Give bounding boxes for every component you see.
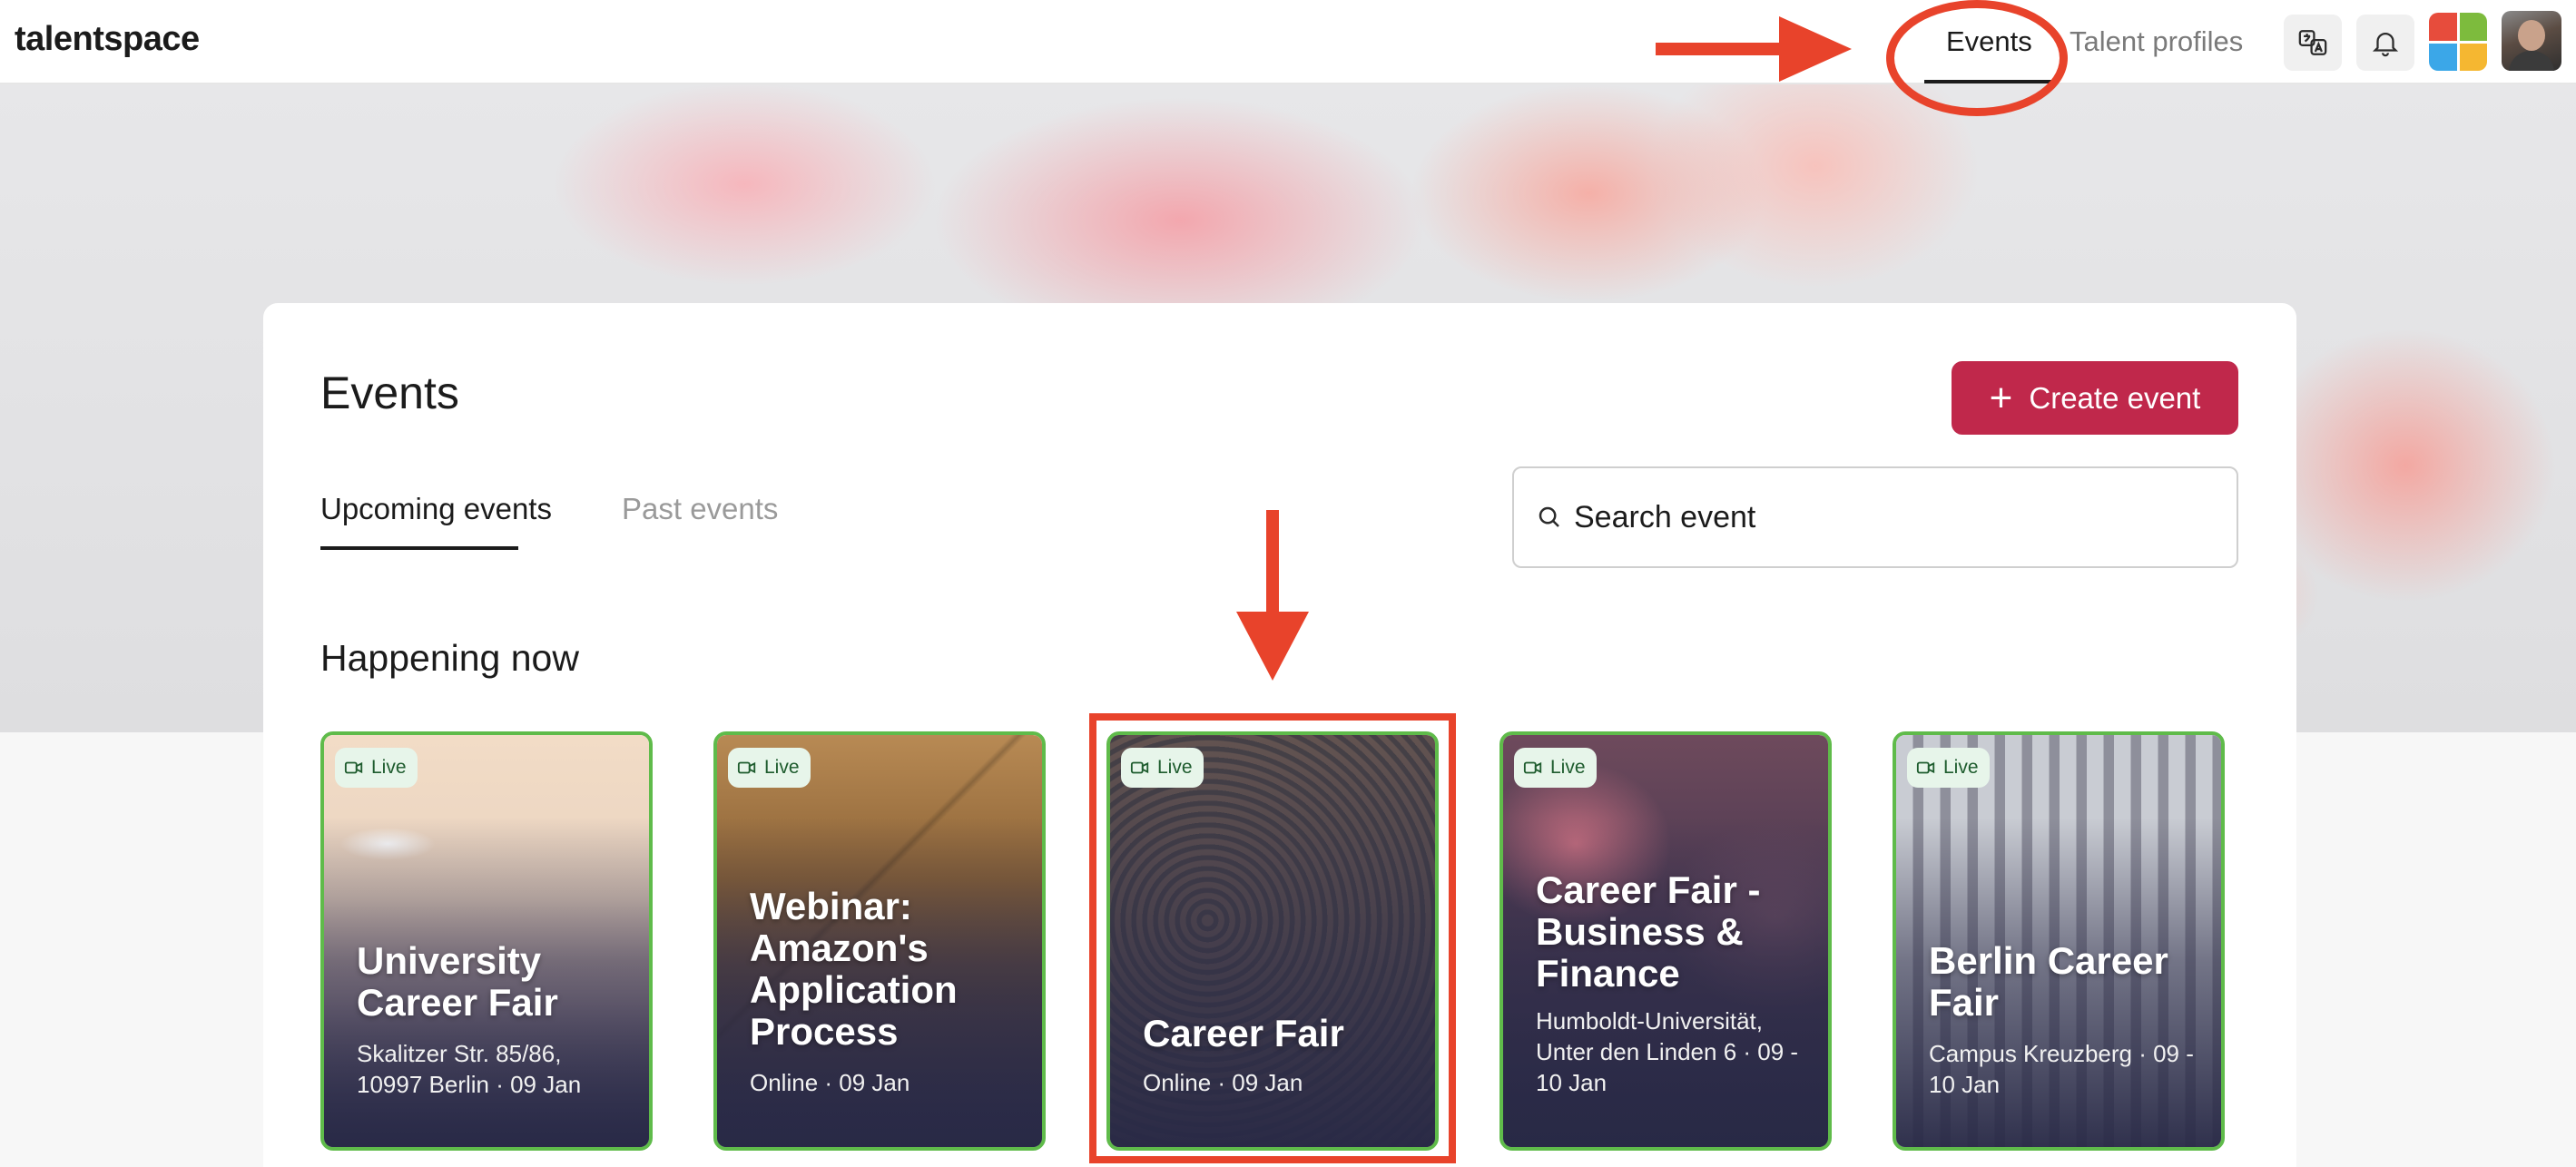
translate-icon <box>2298 30 2327 55</box>
event-card[interactable]: Live University Career Fair Skalitzer St… <box>320 731 653 1151</box>
event-meta: Campus Kreuzberg · 09 - 10 Jan <box>1929 1040 2194 1098</box>
annotation-circle <box>1886 0 2068 116</box>
logo[interactable]: talentspace <box>15 20 200 59</box>
page-title: Events <box>320 368 459 418</box>
live-badge: Live <box>1907 748 1990 788</box>
event-meta: Online · 09 Jan <box>750 1069 910 1096</box>
section-title-happening-now: Happening now <box>320 637 579 679</box>
translate-button[interactable] <box>2284 15 2342 71</box>
live-badge-label: Live <box>1550 757 1586 778</box>
top-navigation: talentspace Events Talent profiles <box>0 0 2576 84</box>
event-meta: Skalitzer Str. 85/86, 10997 Berlin · 09 … <box>357 1040 582 1098</box>
annotation-arrow-right <box>1656 16 1852 82</box>
event-card[interactable]: Live Berlin Career Fair Campus Kreuzberg… <box>1893 731 2225 1151</box>
event-meta: Humboldt-Universität, Unter den Linden 6… <box>1536 1007 1799 1096</box>
video-camera-icon <box>737 761 756 774</box>
plus-icon: + <box>1989 375 2013 420</box>
live-badge: Live <box>335 748 418 788</box>
user-avatar[interactable] <box>2502 11 2561 71</box>
annotation-highlight-box <box>1089 713 1456 1163</box>
video-camera-icon <box>1523 761 1542 774</box>
event-card[interactable]: Live Career Fair - Business & Finance Hu… <box>1499 731 1832 1151</box>
search-input[interactable] <box>1574 499 2209 535</box>
live-badge-label: Live <box>764 757 800 778</box>
event-title: University Career Fair <box>357 939 558 1024</box>
create-event-button[interactable]: + Create event <box>1952 361 2238 435</box>
active-tab-indicator <box>320 546 518 550</box>
tab-past-events[interactable]: Past events <box>622 492 778 526</box>
video-camera-icon <box>1916 761 1935 774</box>
notifications-button[interactable] <box>2356 15 2414 71</box>
event-title: Career Fair - Business & Finance <box>1536 868 1761 995</box>
apps-icon[interactable] <box>2429 13 2487 71</box>
live-badge-label: Live <box>371 757 407 778</box>
nav-talent-profiles-tab[interactable]: Talent profiles <box>2070 25 2243 58</box>
event-title: Berlin Career Fair <box>1929 939 2168 1024</box>
live-badge-label: Live <box>1943 757 1979 778</box>
search-icon <box>1539 506 1559 527</box>
video-camera-icon <box>344 761 363 774</box>
event-title: Webinar: Amazon's Application Process <box>750 885 958 1053</box>
search-field[interactable] <box>1512 466 2238 568</box>
live-badge: Live <box>728 748 811 788</box>
event-card[interactable]: Live Webinar: Amazon's Application Proce… <box>713 731 1046 1151</box>
annotation-arrow-down <box>1236 510 1309 681</box>
create-event-label: Create event <box>2029 380 2201 415</box>
tab-upcoming-events[interactable]: Upcoming events <box>320 492 552 526</box>
bell-icon <box>2372 33 2399 57</box>
live-badge: Live <box>1514 748 1597 788</box>
